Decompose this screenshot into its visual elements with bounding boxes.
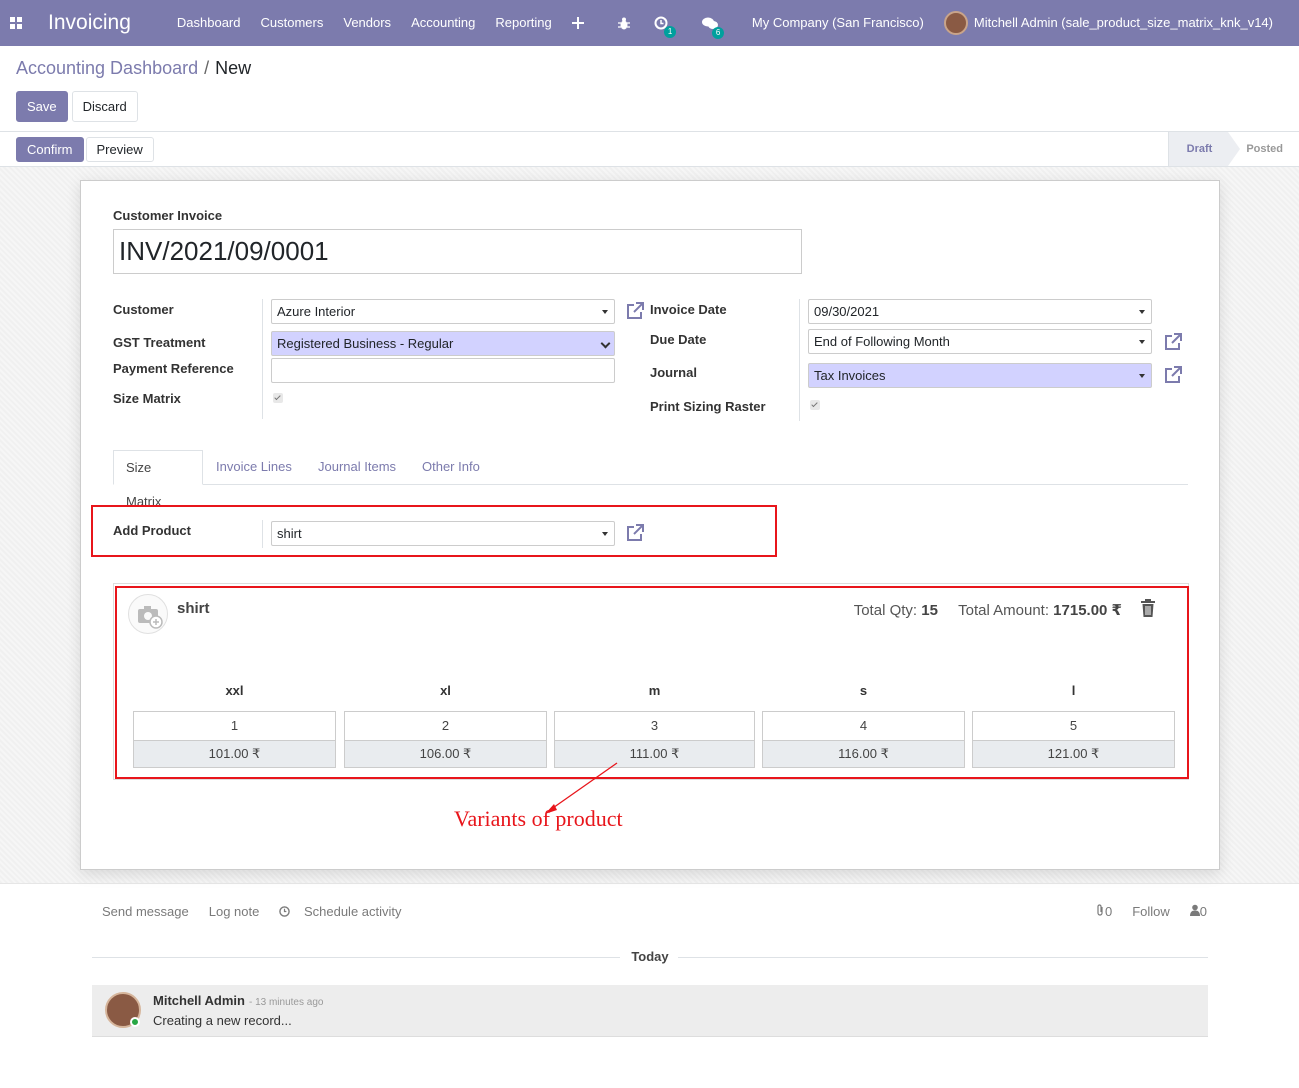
invoice-number-field[interactable]: INV/2021/09/0001 (113, 229, 802, 274)
tab-size-matrix[interactable]: Size Matrix (113, 450, 203, 509)
company-switcher[interactable]: My Company (San Francisco) (742, 0, 934, 46)
message-author: Mitchell Admin - 13 minutes ago (153, 993, 323, 1008)
user-name: Mitchell Admin (sale_product_size_matrix… (973, 15, 1273, 30)
dropdown-caret-icon (1139, 340, 1145, 344)
preview-button[interactable]: Preview (85, 137, 154, 162)
activity-count-badge: 1 (663, 26, 677, 38)
dropdown-caret-icon (1139, 374, 1145, 378)
customer-value: Azure Interior (277, 304, 356, 319)
invoice-date-label: Invoice Date (650, 302, 727, 317)
message-body: Creating a new record... (153, 1013, 292, 1028)
journal-field[interactable]: Tax Invoices (808, 363, 1152, 388)
gst-treatment-label: GST Treatment (113, 335, 206, 350)
tab-journal-items[interactable]: Journal Items (306, 450, 408, 485)
customer-field[interactable]: Azure Interior (271, 299, 615, 324)
attachments-count: 0 (1104, 904, 1113, 919)
date-separator: Today (92, 949, 1208, 967)
schedule-activity-label: Schedule activity (303, 904, 402, 919)
user-menu[interactable]: Mitchell Admin (sale_product_size_matrix… (934, 0, 1283, 46)
menu-reporting[interactable]: Reporting (485, 0, 561, 46)
date-separator-label: Today (631, 949, 669, 964)
chatter-topbar: Send message Log note Schedule activity (92, 904, 422, 919)
activity-clock-icon[interactable]: 1 (644, 16, 678, 38)
matrix-highlight-box (115, 586, 1189, 779)
clock-icon (279, 906, 291, 917)
gst-treatment-value: Registered Business - Regular (277, 336, 454, 351)
payment-reference-label: Payment Reference (113, 361, 234, 376)
variants-annotation: Variants of product (454, 806, 623, 831)
form-buttons: Save Discard (16, 91, 138, 122)
menu-accounting[interactable]: Accounting (401, 0, 485, 46)
due-date-value: End of Following Month (814, 334, 950, 349)
size-matrix-checkbox[interactable] (273, 393, 283, 403)
followers-count: 0 (1199, 904, 1207, 919)
online-status-dot (130, 1017, 140, 1027)
send-message-button[interactable]: Send message (92, 904, 199, 919)
add-product-highlight-box (91, 505, 777, 557)
dropdown-caret-icon (1139, 310, 1145, 314)
payment-reference-input[interactable] (271, 358, 615, 383)
followers-button[interactable]: 0 (1189, 904, 1207, 919)
menu-dashboard[interactable]: Dashboard (167, 0, 251, 46)
move-type-label: Customer Invoice (113, 208, 223, 223)
message-count-badge: 6 (711, 26, 725, 39)
dropdown-caret-icon (602, 310, 608, 314)
follow-button[interactable]: Follow (1132, 904, 1170, 919)
external-link-icon[interactable] (1163, 365, 1183, 385)
apps-grid-icon (10, 17, 22, 29)
menu-vendors[interactable]: Vendors (333, 0, 401, 46)
size-matrix-label: Size Matrix (113, 391, 181, 406)
breadcrumb: Accounting Dashboard / New (16, 58, 251, 79)
menu-customers[interactable]: Customers (251, 0, 334, 46)
notebook-tabs: Size Matrix Invoice Lines Journal Items … (113, 450, 1188, 509)
log-note-button[interactable]: Log note (199, 904, 270, 919)
form-sheet: Customer Invoice INV/2021/09/0001 Custom… (80, 180, 1220, 870)
apps-menu-button[interactable] (0, 0, 32, 46)
plus-icon[interactable] (562, 17, 594, 29)
print-sizing-raster-label: Print Sizing Raster (650, 399, 766, 414)
breadcrumb-current: New (215, 58, 252, 78)
chat-icon[interactable]: 6 (692, 17, 728, 39)
breadcrumb-parent[interactable]: Accounting Dashboard (16, 58, 198, 78)
invoice-date-value: 09/30/2021 (814, 304, 880, 319)
journal-value: Tax Invoices (814, 368, 886, 383)
user-icon (1189, 904, 1200, 916)
chatter-message: Mitchell Admin - 13 minutes ago Creating … (92, 985, 1208, 1037)
customer-label: Customer (113, 302, 174, 317)
bug-icon[interactable] (608, 17, 640, 30)
paperclip-icon (1097, 904, 1103, 916)
left-group-separator (262, 299, 263, 419)
right-group-separator (799, 299, 800, 421)
print-sizing-raster-checkbox[interactable] (810, 400, 820, 410)
save-button[interactable]: Save (16, 91, 68, 122)
invoice-date-field[interactable]: 09/30/2021 (808, 299, 1152, 324)
status-pipeline: Draft Posted (1167, 132, 1299, 166)
tab-invoice-lines[interactable]: Invoice Lines (204, 450, 304, 485)
due-date-field[interactable]: End of Following Month (808, 329, 1152, 354)
confirm-button[interactable]: Confirm (16, 137, 84, 162)
external-link-icon[interactable] (1163, 332, 1183, 352)
form-statusbar: Confirm Preview Draft Posted (0, 132, 1299, 167)
schedule-activity-button[interactable]: Schedule activity (269, 904, 421, 919)
message-time: - 13 minutes ago (248, 997, 324, 1008)
chevron-down-icon (600, 338, 611, 349)
discard-button[interactable]: Discard (71, 91, 138, 122)
top-navbar: Invoicing Dashboard Customers Vendors Ac… (0, 0, 1299, 46)
systray: 1 6 My Company (San Francisco) Mitchell … (562, 0, 1299, 46)
main-menu: Dashboard Customers Vendors Accounting R… (167, 0, 562, 46)
due-date-label: Due Date (650, 332, 707, 347)
message-author-name[interactable]: Mitchell Admin (153, 993, 245, 1008)
status-posted[interactable]: Posted (1228, 132, 1299, 166)
tab-other-info[interactable]: Other Info (410, 450, 492, 485)
status-draft[interactable]: Draft (1167, 132, 1240, 166)
chatter-topbar-right: 0 Follow 0 (1096, 904, 1207, 919)
user-avatar (943, 11, 968, 35)
attachments-button[interactable]: 0 (1096, 904, 1112, 919)
gst-treatment-select[interactable]: Registered Business - Regular (271, 331, 615, 356)
breadcrumb-separator: / (204, 58, 210, 78)
journal-label: Journal (650, 365, 697, 380)
external-link-icon[interactable] (625, 301, 645, 321)
app-title[interactable]: Invoicing (48, 11, 131, 35)
